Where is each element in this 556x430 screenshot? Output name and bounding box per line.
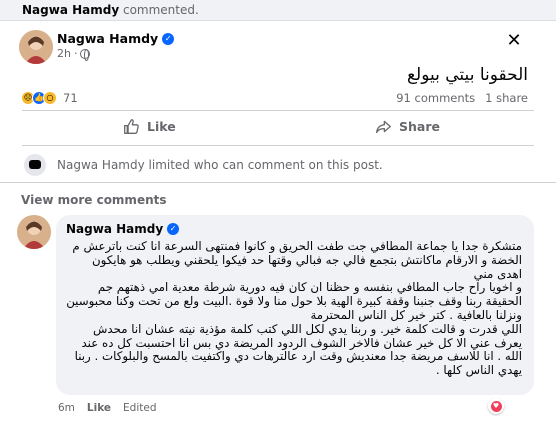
comment-edited-label: Edited	[123, 402, 157, 414]
comment-paragraph: و اخويا راح جاب المطافي بنفسه و حظنا ان …	[66, 280, 522, 322]
like-button[interactable]: Like	[123, 118, 176, 135]
post-author-avatar[interactable]	[19, 30, 53, 64]
limited-notice-text: Nagwa Hamdy limited who can comment on t…	[57, 158, 383, 172]
comment-paragraph: اللي قدرت و قالت كلمة خير. و ربنا يدي لك…	[74, 321, 522, 378]
post-card: Nagwa Hamdy ✓ 2h · ✕ الحقونا بيتي بيولع …	[0, 20, 556, 430]
comment-reaction[interactable]: ♥	[488, 398, 504, 414]
thumbs-up-icon	[124, 119, 139, 134]
notification-actor[interactable]: Nagwa Hamdy	[22, 3, 119, 17]
reaction-summary[interactable]: ☹ 👍 ○ 71	[21, 91, 78, 105]
love-reaction-icon: ♥	[490, 400, 502, 412]
shares-count[interactable]: 1 share	[485, 91, 528, 105]
comment-author-name[interactable]: Nagwa Hamdy	[66, 222, 163, 236]
comment-like-button[interactable]: Like	[87, 402, 111, 414]
divider	[22, 110, 534, 111]
post-meta: 2h ·	[57, 47, 91, 61]
comment-time[interactable]: 6m	[58, 402, 75, 414]
comment-bubble: Nagwa Hamdy ✓ متشكرة جدا يا جماعة المطاف…	[56, 215, 534, 395]
close-button[interactable]: ✕	[504, 31, 524, 51]
like-label: Like	[147, 119, 176, 134]
verified-badge-icon: ✓	[162, 32, 175, 45]
comment-bubble-icon	[24, 154, 46, 176]
notification-action: commented.	[122, 3, 199, 17]
comment-text: متشكرة جدا يا جماعة المطافي جت طفت الحري…	[66, 239, 522, 378]
comment-actions: 6m Like Edited	[58, 402, 157, 414]
verified-badge-icon: ✓	[167, 223, 180, 235]
divider	[0, 182, 556, 183]
divider	[22, 145, 534, 146]
post-author-name[interactable]: Nagwa Hamdy	[57, 31, 158, 46]
comments-count[interactable]: 91 comments	[396, 91, 475, 105]
comment-paragraph: متشكرة جدا يا جماعة المطافي جت طفت الحري…	[72, 239, 522, 281]
wow-reaction-icon: ○	[43, 91, 57, 105]
limited-comments-notice: Nagwa Hamdy limited who can comment on t…	[24, 154, 383, 176]
post-text: الحقونا بيتي بيولع	[406, 65, 528, 85]
share-arrow-icon	[376, 120, 391, 134]
share-button[interactable]: Share	[375, 118, 440, 135]
comment-author-avatar[interactable]	[17, 215, 51, 249]
notification-line: Nagwa Hamdy commented.	[22, 3, 199, 17]
post-time[interactable]: 2h	[57, 47, 71, 60]
globe-icon	[80, 48, 91, 61]
post-counts: 91 comments 1 share	[396, 91, 528, 105]
reaction-count: 71	[63, 91, 78, 105]
view-more-comments-link[interactable]: View more comments	[21, 193, 167, 207]
post-author: Nagwa Hamdy ✓	[57, 31, 175, 46]
comment-author: Nagwa Hamdy ✓	[66, 222, 180, 236]
share-label: Share	[399, 119, 440, 134]
